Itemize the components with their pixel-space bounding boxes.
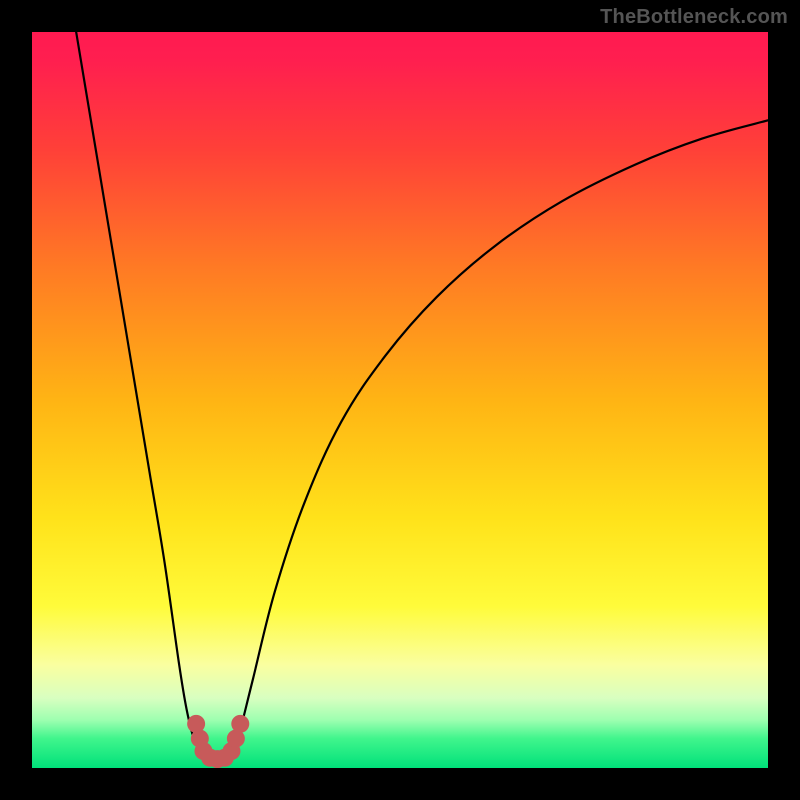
plot-area (32, 32, 768, 768)
marker-point (231, 715, 249, 733)
gradient-background (32, 32, 768, 768)
bottleneck-chart (32, 32, 768, 768)
attribution-text: TheBottleneck.com (600, 6, 788, 29)
